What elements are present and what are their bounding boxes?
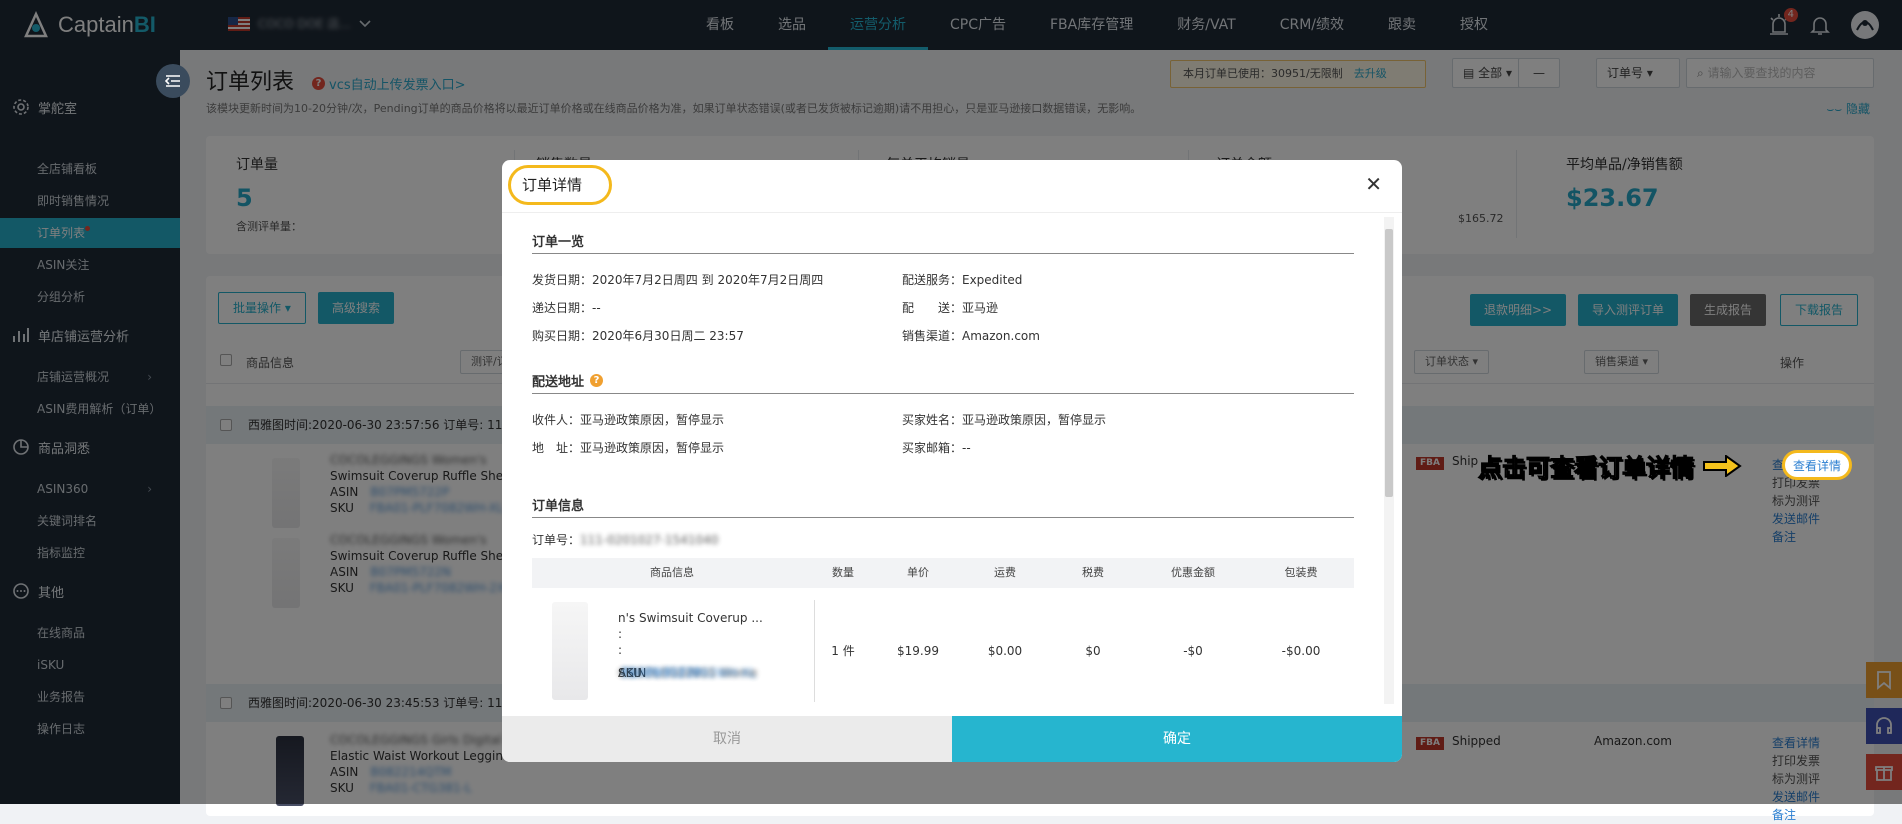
col-shipping: 运费 <box>994 566 1016 579</box>
col-discount: 优惠金额 <box>1171 566 1215 579</box>
sales-channel: 销售渠道：Amazon.com <box>902 329 1040 343</box>
item-tax: $0 <box>1085 644 1101 658</box>
divider <box>532 253 1354 254</box>
col-tax: 税费 <box>1082 566 1104 579</box>
purchase-date: 购买日期：2020年6月30日周二 23:57 <box>532 329 744 343</box>
scrollbar-thumb[interactable] <box>1385 229 1393 497</box>
items-table-header: 商品信息 数量 单价 运费 税费 优惠金额 包装费 <box>532 558 1354 588</box>
carrier: 配 送：亚马逊 <box>902 301 999 315</box>
help-icon[interactable]: ? <box>590 374 604 387</box>
cancel-button[interactable]: 取消 <box>502 716 952 762</box>
divider <box>532 517 1354 518</box>
modal-footer: 取消 确定 <box>502 716 1402 762</box>
item-discount: -$0 <box>1183 644 1203 658</box>
annotation-text: 点击可查看订单详情 <box>1478 454 1695 483</box>
modal-scrollbar[interactable] <box>1384 217 1394 704</box>
modal-title: 订单详情 <box>522 176 583 194</box>
product-image <box>552 602 588 700</box>
address: 地 址：亚马逊政策原因，暂停显示 <box>532 441 725 455</box>
ship-date: 发货日期：2020年7月2日周四 到 2020年7月2日周四 <box>532 273 824 287</box>
order-detail-modal: 订单详情 ✕ 订单一览 发货日期：2020年7月2日周四 到 2020年7月2日… <box>502 160 1402 762</box>
order-number-label: 订单号： <box>532 533 581 547</box>
annotation-callout: 点击可查看订单详情 <box>1478 448 1742 483</box>
col-qty: 数量 <box>832 566 854 579</box>
view-details-highlight[interactable]: 查看详情 <box>1782 450 1852 480</box>
item-price: $19.99 <box>897 644 939 658</box>
col-packaging: 包装费 <box>1284 566 1318 579</box>
arrow-right-icon <box>1703 454 1742 477</box>
col-price: 单价 <box>907 566 929 579</box>
product-info: COCOLEGGINGS Wome n's Swimsuit Coverup .… <box>618 610 808 680</box>
item-qty: 1 件 <box>831 644 855 658</box>
menu-collapse-icon <box>165 75 180 87</box>
item-shipping: $0.00 <box>987 644 1023 658</box>
product-sku: SKU : FBA01-PLF7082WH-XL <box>618 643 756 680</box>
modal-body: 订单一览 发货日期：2020年7月2日周四 到 2020年7月2日周四 递达日期… <box>502 213 1402 708</box>
section-info-heading: 订单信息 <box>532 499 585 514</box>
divider <box>532 393 1354 394</box>
buyer-email: 买家邮箱：-- <box>902 441 971 455</box>
collapse-sidebar-button[interactable] <box>156 64 190 98</box>
item-packaging: -$0.00 <box>1281 644 1321 658</box>
section-overview-heading: 订单一览 <box>532 235 585 250</box>
buyer-name: 买家姓名：亚马逊政策原因，暂停显示 <box>902 413 1107 427</box>
note-link[interactable]: 备注 <box>1772 806 1820 824</box>
delivery-date: 递达日期：-- <box>532 301 601 315</box>
recipient: 收件人：亚马逊政策原因，暂停显示 <box>532 413 725 427</box>
confirm-button[interactable]: 确定 <box>952 716 1402 762</box>
section-address-heading: 配送地址? <box>532 371 604 390</box>
order-number-value: 111-0201027-1541040 <box>580 533 719 547</box>
address-heading-text: 配送地址 <box>532 375 585 390</box>
col-product: 商品信息 <box>650 566 694 579</box>
order-number: 订单号：111-0201027-1541040 <box>532 531 718 548</box>
close-icon[interactable]: ✕ <box>1365 172 1382 196</box>
ship-service: 配送服务：Expedited <box>902 273 1023 287</box>
table-row: COCOLEGGINGS Wome n's Swimsuit Coverup .… <box>532 588 1354 708</box>
